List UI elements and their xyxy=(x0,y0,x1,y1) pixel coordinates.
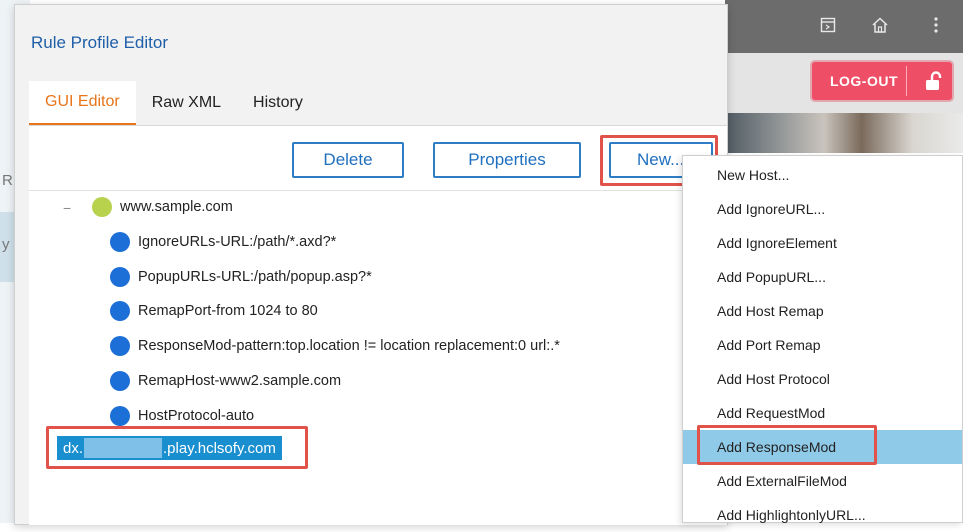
tree-node[interactable]: RemapHost-www2.sample.com xyxy=(110,368,341,394)
tab-raw-xml[interactable]: Raw XML xyxy=(136,81,237,125)
menu-item-add-highlightonlyurl[interactable]: Add HighlightonlyURL... xyxy=(683,498,962,532)
background-banner-image xyxy=(710,113,963,153)
tree-node-label: PopupURLs-URL:/path/popup.asp?* xyxy=(138,269,372,285)
tree-node-label: www.sample.com xyxy=(120,199,233,215)
menu-item-add-popupurl[interactable]: Add PopupURL... xyxy=(683,260,962,294)
tree-node[interactable]: RemapPort-from 1024 to 80 xyxy=(110,298,318,324)
menu-item-add-responsemod[interactable]: Add ResponseMod xyxy=(683,430,962,464)
background-char: R xyxy=(2,172,13,189)
menu-item-add-host-protocol[interactable]: Add Host Protocol xyxy=(683,362,962,396)
tab-history[interactable]: History xyxy=(237,81,319,125)
new-dropdown-menu: New Host... Add IgnoreURL... Add IgnoreE… xyxy=(682,155,963,523)
menu-item-add-port-remap[interactable]: Add Port Remap xyxy=(683,328,962,362)
logout-button[interactable]: LOG-OUT xyxy=(812,62,952,100)
menu-item-add-externalfilemod[interactable]: Add ExternalFileMod xyxy=(683,464,962,498)
rule-node-icon xyxy=(110,267,130,287)
background-char: y xyxy=(2,236,10,253)
tree-node-label: IgnoreURLs-URL:/path/*.axd?* xyxy=(138,234,337,250)
tree-node[interactable]: PopupURLs-URL:/path/popup.asp?* xyxy=(110,264,372,290)
tree-node-root[interactable]: www.sample.com xyxy=(92,194,233,220)
rule-node-icon xyxy=(110,232,130,252)
menu-item-add-ignoreurl[interactable]: Add IgnoreURL... xyxy=(683,192,962,226)
redacted-text xyxy=(84,438,163,458)
menu-item-add-host-remap[interactable]: Add Host Remap xyxy=(683,294,962,328)
background-topbar xyxy=(725,0,963,53)
selected-node-suffix: .play.hclsofy.com xyxy=(163,439,276,457)
tab-gui-editor[interactable]: GUI Editor xyxy=(29,81,136,125)
sidebar-toggle-icon[interactable] xyxy=(817,14,839,36)
unlock-icon xyxy=(923,70,945,92)
menu-item-new-host[interactable]: New Host... xyxy=(683,158,962,192)
more-vertical-icon[interactable] xyxy=(925,14,947,36)
tree-node-label: HostProtocol-auto xyxy=(138,408,255,424)
tree-node-selected[interactable]: dx. .play.hclsofy.com xyxy=(57,436,282,460)
tree-node[interactable]: IgnoreURLs-URL:/path/*.axd?* xyxy=(110,229,336,255)
properties-button[interactable]: Properties xyxy=(433,142,581,178)
menu-item-add-requestmod[interactable]: Add RequestMod xyxy=(683,396,962,430)
tree-node-label: RemapPort-from 1024 to 80 xyxy=(138,303,318,319)
tab-bar: GUI Editor Raw XML History xyxy=(29,81,319,125)
home-icon[interactable] xyxy=(869,14,891,36)
collapse-toggle[interactable]: − xyxy=(63,200,71,216)
selected-node-prefix: dx. xyxy=(63,439,84,457)
rule-node-icon xyxy=(110,406,130,426)
rule-tree xyxy=(29,190,727,191)
dialog-title: Rule Profile Editor xyxy=(31,33,169,52)
tree-node[interactable]: HostProtocol-auto xyxy=(110,403,254,429)
tree-node-label: ResponseMod-pattern:top.location != loca… xyxy=(138,338,560,354)
gui-editor-panel: Delete Properties New... − www.sample.co… xyxy=(29,125,727,525)
host-node-icon xyxy=(92,197,112,217)
logout-label: LOG-OUT xyxy=(829,73,899,89)
tree-node[interactable]: ResponseMod-pattern:top.location != loca… xyxy=(110,333,560,359)
logout-divider xyxy=(906,66,907,96)
menu-item-add-ignoreelement[interactable]: Add IgnoreElement xyxy=(683,226,962,260)
tree-node-label: RemapHost-www2.sample.com xyxy=(138,373,342,389)
rule-node-icon xyxy=(110,336,130,356)
delete-button[interactable]: Delete xyxy=(292,142,404,178)
rule-node-icon xyxy=(110,371,130,391)
rule-node-icon xyxy=(110,301,130,321)
